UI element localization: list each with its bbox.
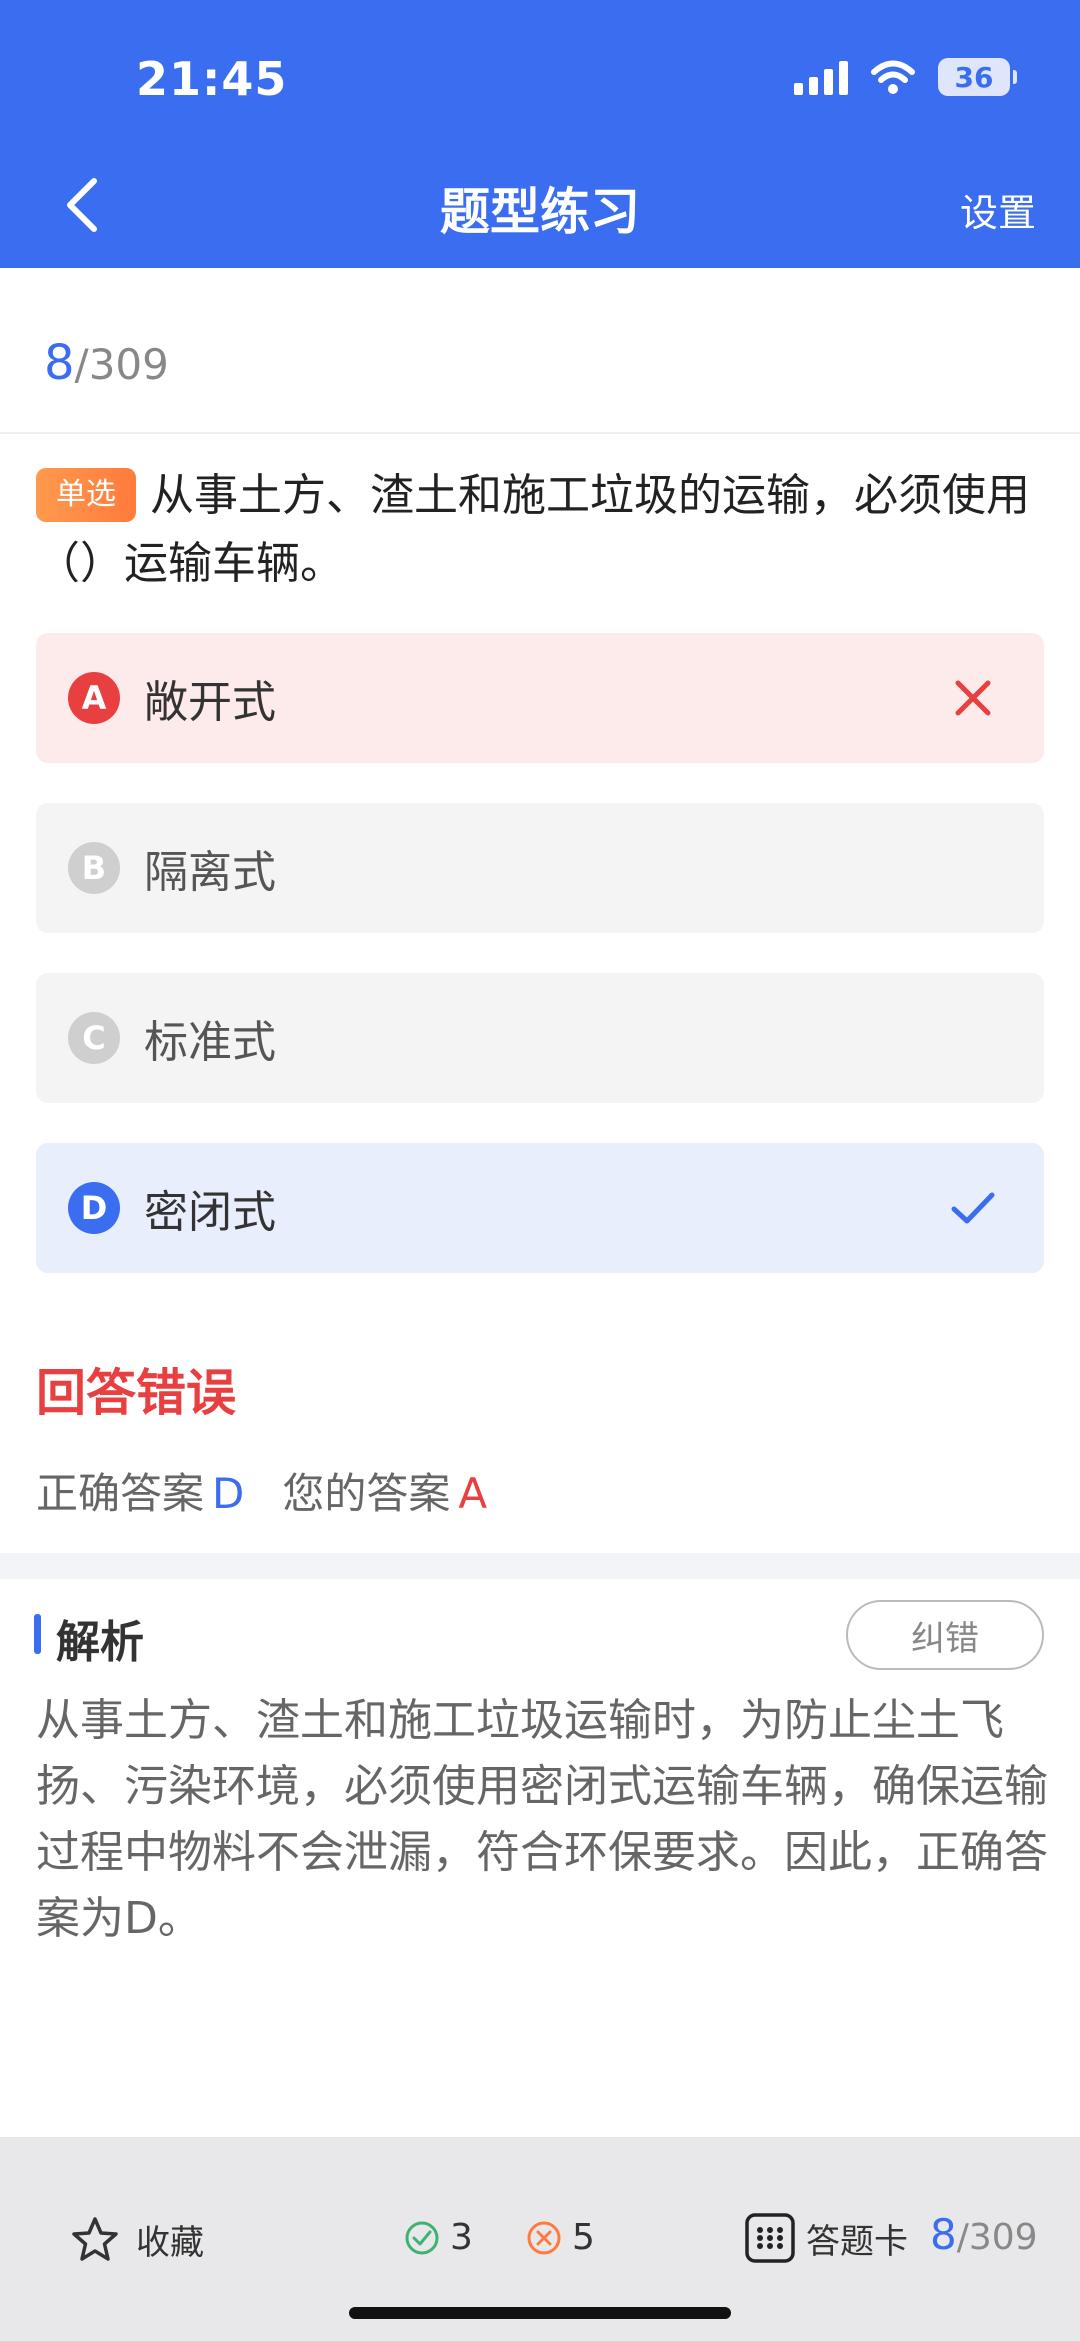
star-icon	[72, 2216, 118, 2261]
home-indicator	[349, 2307, 731, 2319]
correct-count: 3	[404, 2217, 473, 2258]
option-text: 隔离式	[144, 847, 276, 898]
check-circle-icon	[405, 2221, 439, 2254]
question-type-badge: 单选	[36, 468, 136, 522]
option-letter: A	[68, 672, 120, 724]
analysis-body: 从事土方、渣土和施工垃圾运输时，为防止尘土飞扬、污染环境，必须使用密闭式运输车辆…	[36, 1695, 1048, 1944]
option-text: 标准式	[144, 1017, 276, 1068]
option-text: 敞开式	[144, 677, 276, 728]
option-text: 密闭式	[144, 1187, 276, 1238]
divider	[0, 432, 1080, 434]
report-error-button[interactable]: 纠错	[846, 1600, 1044, 1670]
option-b[interactable]: B 隔离式	[36, 803, 1044, 933]
status-icons: 36	[794, 58, 1017, 96]
question-text: 从事土方、渣土和施工垃圾的运输，必须使用（）运输车辆。	[36, 470, 1030, 589]
status-time: 21:45	[136, 52, 288, 106]
progress-current: 8	[44, 335, 75, 391]
app-header: 21:45 36 题型练习 设置	[0, 0, 1080, 268]
option-letter: C	[68, 1012, 120, 1064]
checkmark-icon	[951, 1192, 995, 1224]
progress-total: /309	[74, 340, 169, 389]
favorite-button[interactable]: 收藏	[70, 2215, 204, 2264]
correct-answer-value: D	[212, 1469, 245, 1518]
analysis-accent-bar	[34, 1614, 41, 1654]
wifi-icon	[871, 60, 915, 94]
result-answers: 正确答案 D 您的答案 A	[36, 1460, 487, 1521]
result-title: 回答错误	[36, 1364, 236, 1422]
battery-icon: 36	[938, 58, 1017, 96]
signal-icon	[794, 59, 848, 95]
wrong-count: 5	[526, 2217, 595, 2258]
wrong-count-value: 5	[572, 2217, 595, 2258]
option-letter: B	[68, 842, 120, 894]
page-title: 题型练习	[440, 183, 640, 241]
x-circle-icon	[527, 2221, 561, 2254]
your-answer-label: 您的答案	[282, 1469, 451, 1518]
bottom-progress-total: /309	[956, 2217, 1038, 2258]
option-c[interactable]: C 标准式	[36, 973, 1044, 1103]
answer-card-button[interactable]: 答题卡	[744, 2212, 908, 2264]
question: 单选 从事土方、渣土和施工垃圾的运输，必须使用（）运输车辆。	[36, 462, 1046, 598]
option-d[interactable]: D 密闭式	[36, 1143, 1044, 1273]
favorite-label: 收藏	[136, 2223, 204, 2263]
your-answer-value: A	[458, 1469, 488, 1518]
option-a[interactable]: A 敞开式	[36, 633, 1044, 763]
bottom-progress: 8/309	[930, 2210, 1038, 2259]
section-separator	[0, 1553, 1080, 1579]
question-progress: 8/309	[44, 335, 169, 391]
cross-icon	[955, 680, 991, 716]
option-letter: D	[68, 1182, 120, 1234]
settings-button[interactable]: 设置	[960, 182, 1036, 237]
analysis-title: 解析	[56, 1617, 144, 1668]
bottom-progress-current: 8	[930, 2210, 957, 2259]
answer-card-label: 答题卡	[806, 2221, 908, 2262]
grid-icon	[745, 2213, 795, 2263]
correct-answer-label: 正确答案	[36, 1469, 205, 1518]
correct-count-value: 3	[450, 2217, 473, 2258]
